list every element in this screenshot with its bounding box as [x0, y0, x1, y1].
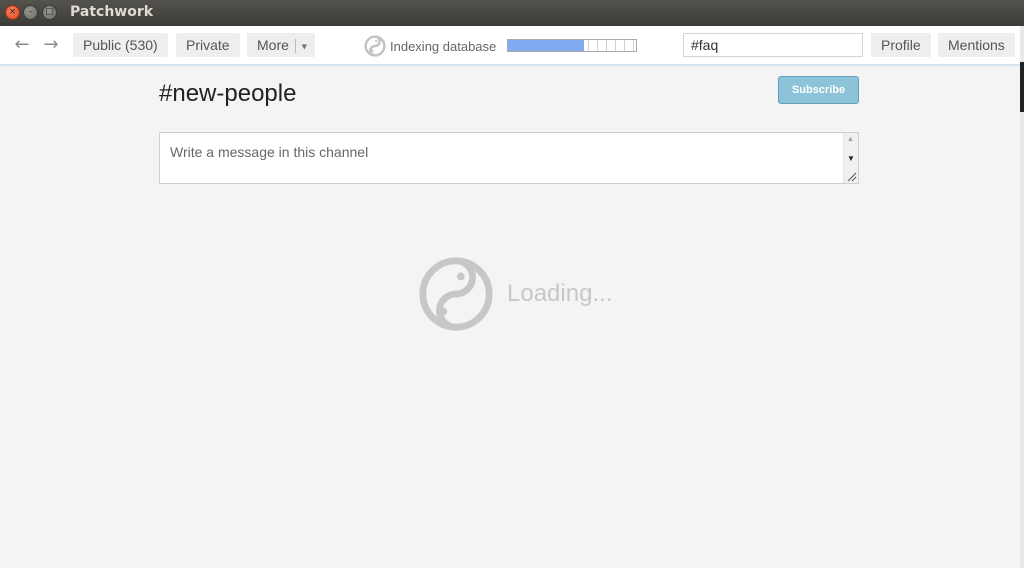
profile-button[interactable]: Profile [871, 33, 931, 57]
window-minimize-icon[interactable]: – [23, 5, 38, 20]
back-arrow-icon[interactable]: ← [12, 36, 32, 54]
loading-indicator: Loading... [417, 255, 612, 333]
indexing-status: Indexing database [364, 34, 496, 58]
resize-grip-icon[interactable] [845, 170, 857, 182]
scroll-down-icon[interactable]: ▼ [847, 154, 855, 163]
composer-scrollbar[interactable]: ▲ ▼ [843, 133, 858, 183]
window-maximize-icon[interactable]: □ [42, 5, 57, 20]
scroll-up-icon[interactable]: ▲ [847, 136, 854, 143]
indexing-progress-bar [507, 39, 637, 52]
mentions-button[interactable]: Mentions [938, 33, 1015, 57]
toolbar: ← → Public (530) Private More ▼ Indexing … [0, 26, 1020, 66]
window-titlebar: × – □ Patchwork [0, 0, 1024, 26]
indexing-label: Indexing database [390, 38, 497, 54]
window-close-icon[interactable]: × [5, 5, 20, 20]
window-scrollbar-thumb[interactable] [1020, 62, 1024, 112]
subscribe-button[interactable]: Subscribe [778, 76, 859, 104]
loading-text: Loading... [507, 280, 613, 307]
window-scrollbar[interactable] [1020, 26, 1024, 568]
search-input[interactable] [683, 33, 863, 57]
public-feed-button[interactable]: Public (530) [73, 33, 168, 57]
more-menu-label: More [257, 37, 289, 53]
more-menu-divider [294, 39, 296, 54]
patchwork-logo-icon [364, 35, 386, 57]
chevron-down-icon: ▼ [299, 41, 309, 52]
message-composer: ▲ ▼ [159, 132, 859, 184]
message-input[interactable] [160, 133, 844, 183]
channel-title: #new-people [159, 80, 297, 107]
patchwork-logo-icon [419, 257, 493, 331]
more-menu-button[interactable]: More ▼ [247, 33, 315, 57]
progress-fill [508, 40, 584, 51]
private-feed-button[interactable]: Private [176, 33, 240, 57]
forward-arrow-icon[interactable]: → [41, 36, 61, 54]
window-title: Patchwork [70, 4, 154, 20]
